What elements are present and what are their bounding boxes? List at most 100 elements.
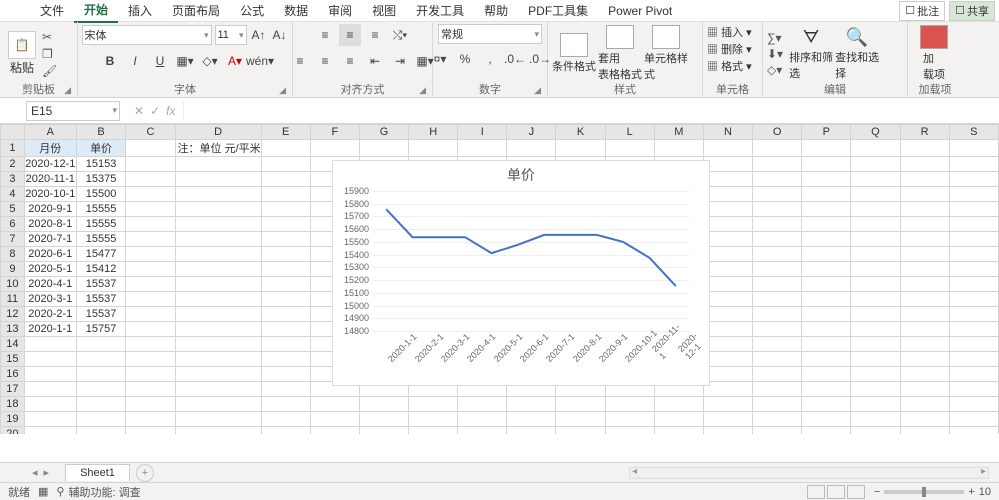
comma-icon[interactable]: , — [479, 48, 501, 70]
cell[interactable] — [802, 247, 851, 262]
cell[interactable] — [76, 367, 126, 382]
cell[interactable] — [76, 382, 126, 397]
cell[interactable] — [175, 352, 261, 367]
cell[interactable] — [851, 247, 900, 262]
cell[interactable] — [126, 187, 175, 202]
cell[interactable] — [507, 412, 556, 427]
row-header[interactable]: 18 — [1, 397, 25, 412]
percent-icon[interactable]: % — [454, 48, 476, 70]
row-header[interactable]: 17 — [1, 382, 25, 397]
cell[interactable] — [703, 397, 752, 412]
row-header[interactable]: 8 — [1, 247, 25, 262]
cell[interactable] — [126, 307, 175, 322]
cell[interactable] — [654, 427, 703, 435]
cell[interactable]: 15500 — [76, 187, 126, 202]
cell[interactable] — [409, 412, 458, 427]
col-header[interactable]: J — [507, 125, 556, 140]
dialog-launcher-icon[interactable]: ◢ — [534, 83, 541, 97]
cell[interactable] — [753, 232, 802, 247]
cell[interactable] — [126, 397, 175, 412]
cell[interactable]: 2020-8-1 — [24, 217, 76, 232]
cell[interactable] — [900, 202, 949, 217]
cell[interactable] — [261, 397, 310, 412]
cell[interactable]: 2020-3-1 — [24, 292, 76, 307]
cell[interactable] — [126, 412, 175, 427]
cell[interactable] — [175, 322, 261, 337]
dialog-launcher-icon[interactable]: ◢ — [64, 83, 71, 97]
cell-styles-button[interactable]: 单元格样式 — [644, 25, 688, 82]
cell[interactable] — [851, 397, 900, 412]
cell[interactable] — [261, 322, 310, 337]
cell[interactable] — [703, 292, 752, 307]
tab-home[interactable]: 开始 — [74, 0, 118, 23]
cell[interactable] — [753, 277, 802, 292]
col-header[interactable]: A — [24, 125, 76, 140]
cell[interactable] — [703, 140, 752, 157]
cell[interactable] — [175, 337, 261, 352]
prev-sheet-icon[interactable]: ◂ — [32, 466, 38, 479]
col-header[interactable]: S — [949, 125, 998, 140]
cell[interactable] — [359, 397, 408, 412]
cell[interactable] — [949, 277, 998, 292]
cell[interactable] — [949, 307, 998, 322]
cell[interactable] — [802, 172, 851, 187]
conditional-format-button[interactable]: 条件格式 — [552, 33, 596, 74]
align-bottom-icon[interactable]: ≡ — [364, 24, 386, 46]
cell[interactable] — [851, 337, 900, 352]
col-header[interactable]: B — [76, 125, 126, 140]
enter-icon[interactable]: ✓ — [150, 104, 160, 118]
cell[interactable] — [654, 140, 703, 157]
cell[interactable] — [703, 367, 752, 382]
format-painter-icon[interactable]: 🖌 — [42, 64, 57, 78]
cell[interactable]: 月份 — [24, 140, 76, 157]
underline-button[interactable]: U — [149, 50, 171, 72]
cell[interactable] — [900, 232, 949, 247]
cell[interactable] — [76, 427, 126, 435]
cell[interactable] — [851, 262, 900, 277]
cut-icon[interactable]: ✂ — [42, 30, 57, 44]
cell[interactable] — [753, 157, 802, 172]
cell[interactable]: 15375 — [76, 172, 126, 187]
cell[interactable] — [24, 382, 76, 397]
cell[interactable] — [703, 337, 752, 352]
cell[interactable] — [359, 427, 408, 435]
cell[interactable] — [900, 337, 949, 352]
cell[interactable] — [802, 322, 851, 337]
format-table-button[interactable]: 套用 表格格式 — [598, 25, 642, 82]
cell[interactable] — [175, 382, 261, 397]
cell[interactable] — [605, 412, 654, 427]
cell[interactable] — [126, 157, 175, 172]
cell[interactable] — [458, 412, 507, 427]
cell[interactable] — [802, 397, 851, 412]
cell[interactable] — [126, 322, 175, 337]
cell[interactable] — [261, 262, 310, 277]
cell[interactable] — [703, 262, 752, 277]
cell[interactable] — [802, 232, 851, 247]
row-header[interactable]: 3 — [1, 172, 25, 187]
cell[interactable]: 2020-1-1 — [24, 322, 76, 337]
cell[interactable] — [605, 140, 654, 157]
cell[interactable] — [126, 172, 175, 187]
name-box[interactable]: E15▾ — [26, 101, 120, 121]
cell[interactable]: 15555 — [76, 232, 126, 247]
cell[interactable] — [310, 140, 359, 157]
col-header[interactable]: N — [703, 125, 752, 140]
col-header[interactable]: P — [802, 125, 851, 140]
cell[interactable] — [949, 322, 998, 337]
number-format-select[interactable]: 常规▾ — [438, 24, 542, 44]
autosum-icon[interactable]: ∑▾ — [767, 31, 783, 45]
cell[interactable] — [175, 427, 261, 435]
col-header[interactable]: R — [900, 125, 949, 140]
cell[interactable] — [76, 352, 126, 367]
font-color-button[interactable]: A▾ — [224, 50, 246, 72]
cell[interactable] — [507, 427, 556, 435]
cell[interactable] — [753, 412, 802, 427]
cell[interactable]: 15153 — [76, 157, 126, 172]
cell[interactable] — [126, 262, 175, 277]
cell[interactable] — [802, 140, 851, 157]
cell[interactable] — [900, 140, 949, 157]
tab-powerpivot[interactable]: Power Pivot — [598, 1, 682, 21]
cell[interactable] — [949, 427, 998, 435]
cell[interactable] — [126, 427, 175, 435]
cell[interactable] — [802, 352, 851, 367]
